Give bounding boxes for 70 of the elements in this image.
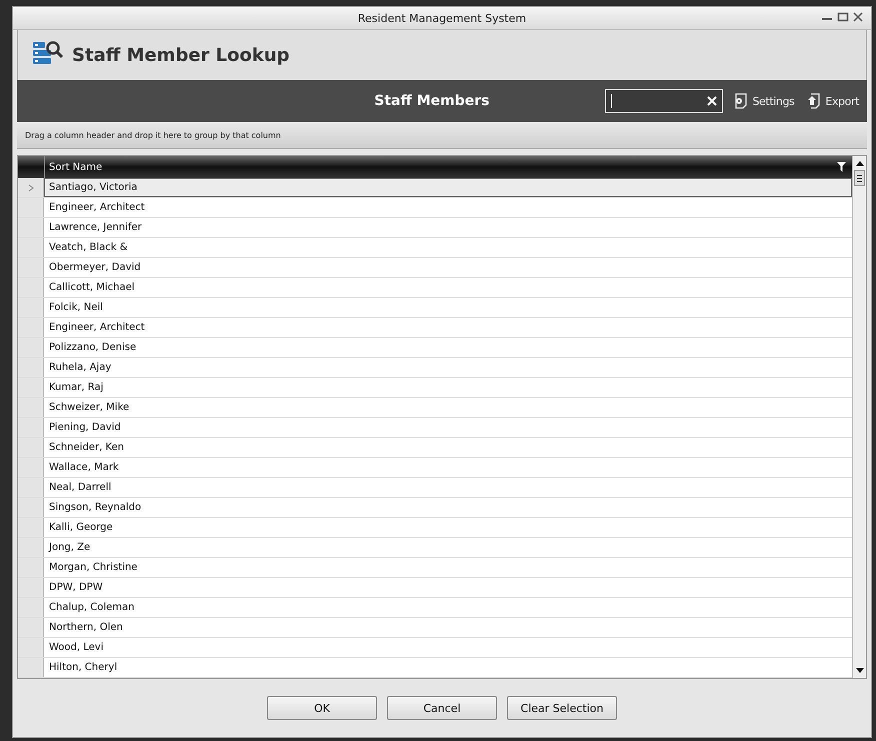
table-cell[interactable]: Kalli, George xyxy=(44,518,852,537)
row-indicator[interactable] xyxy=(18,378,44,397)
table-cell[interactable]: Engineer, Architect xyxy=(44,318,852,337)
row-indicator[interactable] xyxy=(18,458,44,477)
table-cell[interactable]: Schweizer, Mike xyxy=(44,398,852,417)
row-indicator[interactable] xyxy=(18,658,44,677)
row-indicator[interactable] xyxy=(18,338,44,357)
chevron-icon xyxy=(28,184,34,192)
table-cell[interactable]: Chalup, Coleman xyxy=(44,598,852,617)
filter-icon[interactable] xyxy=(837,162,846,172)
table-cell[interactable]: Veatch, Black & xyxy=(44,238,852,257)
row-indicator[interactable] xyxy=(18,358,44,377)
row-indicator[interactable] xyxy=(18,298,44,317)
clear-selection-button[interactable]: Clear Selection xyxy=(507,696,617,720)
table-cell[interactable]: Wallace, Mark xyxy=(44,458,852,477)
table-cell[interactable]: Obermeyer, David xyxy=(44,258,852,277)
table-cell[interactable]: Jong, Ze xyxy=(44,538,852,557)
panel-title: Staff Members xyxy=(373,93,490,109)
row-indicator[interactable] xyxy=(18,638,44,657)
table-cell[interactable]: Folcik, Neil xyxy=(44,298,852,317)
row-indicator[interactable] xyxy=(18,538,44,557)
cancel-button[interactable]: Cancel xyxy=(387,696,497,720)
group-hint: Drag a column header and drop it here to group by that column xyxy=(25,130,281,140)
table-cell[interactable]: Schneider, Ken xyxy=(44,438,852,457)
table-cell[interactable]: Northern, Olen xyxy=(44,618,852,637)
export-button[interactable]: Export xyxy=(804,93,861,109)
table-cell[interactable]: Piening, David xyxy=(44,418,852,437)
table-cell[interactable]: Singson, Reynaldo xyxy=(44,498,852,517)
row-indicator[interactable] xyxy=(18,258,44,277)
table-cell[interactable]: Morgan, Christine xyxy=(44,558,852,577)
table-cell[interactable]: Santiago, Victoria xyxy=(44,178,852,197)
table-cell[interactable]: Ruhela, Ajay xyxy=(44,358,852,377)
row-indicator[interactable] xyxy=(18,278,44,297)
gear-document-icon xyxy=(733,93,750,109)
close-icon[interactable] xyxy=(853,12,863,22)
table-cell[interactable]: Neal, Darrell xyxy=(44,478,852,497)
scroll-down-icon[interactable] xyxy=(856,668,864,674)
row-indicator[interactable] xyxy=(18,518,44,537)
row-indicator[interactable] xyxy=(18,178,44,197)
row-indicator[interactable] xyxy=(18,418,44,437)
table-cell[interactable]: Kumar, Raj xyxy=(44,378,852,397)
row-indicator[interactable] xyxy=(18,438,44,457)
row-indicator[interactable] xyxy=(18,238,44,257)
row-indicator[interactable] xyxy=(18,578,44,597)
table-cell[interactable]: DPW, DPW xyxy=(44,578,852,597)
maximize-icon[interactable] xyxy=(837,12,849,22)
window-title: Resident Management System xyxy=(358,12,526,24)
upload-document-icon xyxy=(806,93,822,109)
row-indicator[interactable] xyxy=(18,318,44,337)
row-indicator[interactable] xyxy=(18,558,44,577)
row-indicator[interactable] xyxy=(18,198,44,217)
scrollbar[interactable] xyxy=(852,156,866,678)
table-cell[interactable]: Polizzano, Denise xyxy=(44,338,852,357)
row-indicator[interactable] xyxy=(18,218,44,237)
row-indicator[interactable] xyxy=(18,498,44,517)
table-cell[interactable]: Hilton, Cheryl xyxy=(44,658,852,677)
dialog-heading: Staff Member Lookup xyxy=(72,44,290,66)
table-cell[interactable]: Wood, Levi xyxy=(44,638,852,657)
scroll-up-icon[interactable] xyxy=(856,160,864,166)
table-cell[interactable]: Lawrence, Jennifer xyxy=(44,218,852,237)
row-indicator[interactable] xyxy=(18,478,44,497)
search-field[interactable] xyxy=(605,89,724,113)
settings-button[interactable]: Settings xyxy=(731,93,796,109)
table-cell[interactable]: Engineer, Architect xyxy=(44,198,852,217)
clear-icon[interactable] xyxy=(707,96,718,106)
ok-button[interactable]: OK xyxy=(267,696,377,720)
row-indicator[interactable] xyxy=(18,598,44,617)
table-cell[interactable]: Callicott, Michael xyxy=(44,278,852,297)
row-indicator[interactable] xyxy=(18,618,44,637)
row-indicator[interactable] xyxy=(18,398,44,417)
